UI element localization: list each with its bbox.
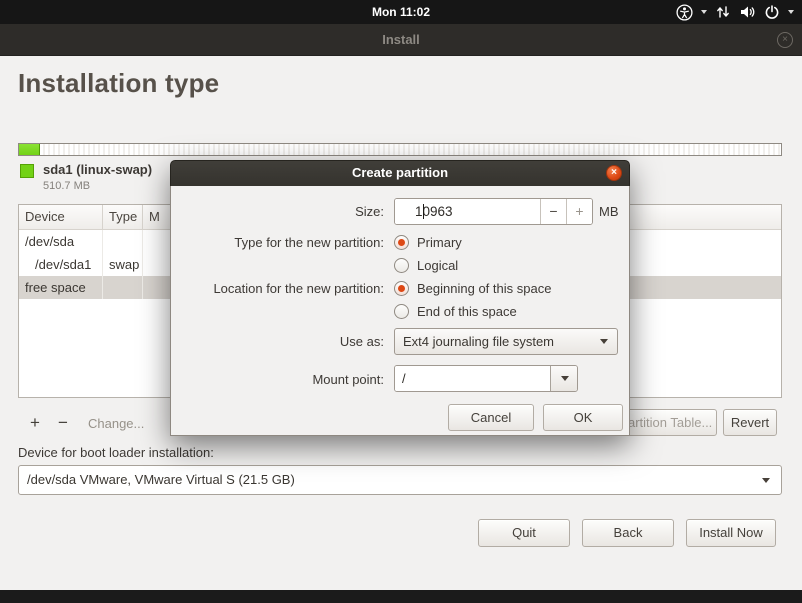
mount-point-input[interactable]: / [395, 366, 550, 391]
dialog-close-icon[interactable]: × [606, 165, 622, 181]
radio-end-of-space[interactable]: End of this space [394, 302, 517, 320]
size-decrement-button[interactable]: − [540, 199, 566, 224]
page-title: Installation type [18, 68, 219, 99]
radio-primary[interactable]: Primary [394, 233, 462, 251]
mount-point-label: Mount point: [179, 372, 384, 387]
volume-icon[interactable] [739, 4, 756, 20]
create-partition-dialog: Create partition × Size: 10963 − + MB Ty… [170, 160, 630, 436]
radio-beginning-of-space[interactable]: Beginning of this space [394, 279, 551, 297]
cancel-button[interactable]: Cancel [448, 404, 534, 431]
quit-button[interactable]: Quit [478, 519, 570, 547]
mount-point-combo: / [394, 365, 578, 392]
dialog-title: Create partition [171, 161, 629, 185]
cell-device: /dev/sda [19, 230, 103, 253]
cell-type [103, 230, 143, 253]
radio-button-icon[interactable] [394, 258, 409, 273]
chevron-down-icon [762, 478, 770, 483]
radio-button-icon[interactable] [394, 281, 409, 296]
partition-location-label: Location for the new partition: [179, 281, 384, 296]
text-cursor [423, 204, 424, 219]
install-now-button[interactable]: Install Now [686, 519, 776, 547]
boot-loader-device-value: /dev/sda VMware, VMware Virtual S (21.5 … [19, 466, 781, 494]
revert-button[interactable]: Revert [723, 409, 777, 436]
system-top-bar: Mon 11:02 [0, 0, 802, 24]
size-value: 10963 [415, 204, 453, 219]
use-as-select[interactable]: Ext4 journaling file system [394, 328, 618, 355]
desktop: Mon 11:02 [0, 0, 802, 603]
cell-device: free space [19, 276, 103, 299]
remove-partition-button[interactable]: − [50, 410, 76, 436]
chevron-down-icon [561, 376, 569, 381]
radio-label: Logical [417, 258, 458, 273]
dialog-body: Size: 10963 − + MB Type for the new part… [170, 186, 630, 436]
chevron-down-icon [600, 339, 608, 344]
radio-label: Beginning of this space [417, 281, 551, 296]
partition-segment-swap[interactable] [19, 144, 40, 155]
partition-overview-bar [18, 143, 782, 156]
column-header-type[interactable]: Type [103, 205, 143, 229]
back-button[interactable]: Back [582, 519, 674, 547]
radio-button-icon[interactable] [394, 304, 409, 319]
radio-label: Primary [417, 235, 462, 250]
size-label: Size: [179, 204, 384, 219]
size-input[interactable]: 10963 [395, 199, 540, 224]
legend-color-swatch [20, 164, 34, 178]
column-header-device[interactable]: Device [19, 205, 103, 229]
use-as-label: Use as: [179, 334, 384, 349]
partition-legend: sda1 (linux-swap) 510.7 MB [20, 162, 152, 192]
change-partition-button[interactable]: Change... [88, 416, 144, 431]
size-unit-label: MB [599, 204, 619, 219]
boot-loader-label: Device for boot loader installation: [18, 445, 214, 460]
ok-button[interactable]: OK [543, 404, 623, 431]
network-icon[interactable] [715, 4, 731, 20]
window-title: Install [0, 24, 802, 56]
partition-type-label: Type for the new partition: [179, 235, 384, 250]
add-partition-button[interactable]: + [22, 410, 48, 436]
size-spinbox: 10963 − + [394, 198, 593, 225]
boot-loader-device-select[interactable]: /dev/sda VMware, VMware Virtual S (21.5 … [18, 465, 782, 495]
radio-logical[interactable]: Logical [394, 256, 458, 274]
legend-partition-size: 510.7 MB [43, 180, 152, 192]
use-as-value: Ext4 journaling file system [395, 329, 617, 354]
dialog-titlebar[interactable]: Create partition × [170, 160, 630, 186]
system-tray [676, 0, 794, 24]
cell-type [103, 276, 143, 299]
partition-segment-free[interactable] [40, 144, 781, 155]
radio-label: End of this space [417, 304, 517, 319]
radio-button-icon[interactable] [394, 235, 409, 250]
cell-device: /dev/sda1 [19, 253, 103, 276]
window-titlebar[interactable]: Install × [0, 24, 802, 56]
power-icon[interactable] [764, 4, 780, 20]
size-increment-button[interactable]: + [566, 199, 592, 224]
cell-type: swap [103, 253, 143, 276]
legend-partition-name: sda1 (linux-swap) [43, 162, 152, 177]
chevron-down-icon[interactable] [701, 10, 707, 14]
chevron-down-icon[interactable] [788, 10, 794, 14]
mount-point-dropdown-button[interactable] [550, 366, 577, 391]
accessibility-icon[interactable] [676, 4, 693, 21]
window-close-icon[interactable]: × [777, 32, 793, 48]
